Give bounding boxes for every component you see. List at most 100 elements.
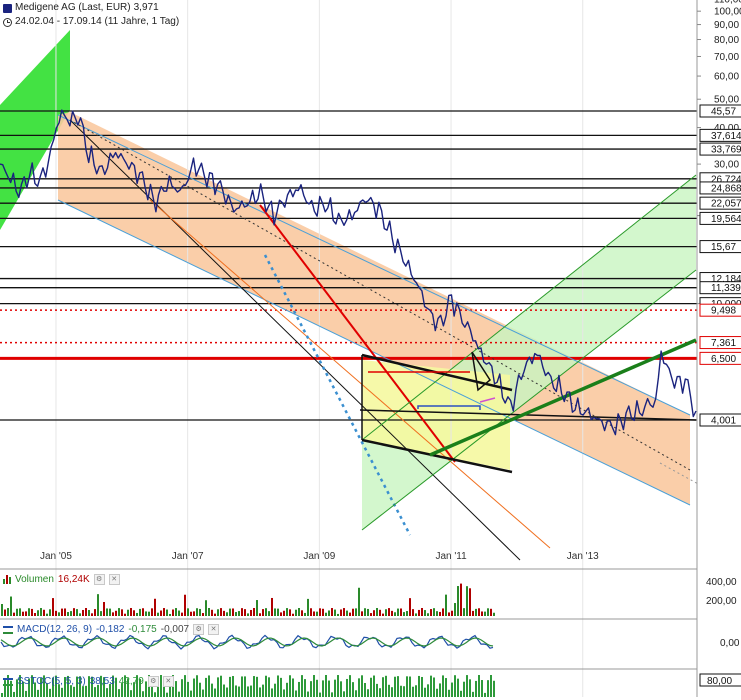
y-tick-label: 30,00 [714,160,739,171]
close-icon[interactable]: ✕ [162,676,174,687]
sstoc-bar [319,692,321,697]
volume-bar [466,586,468,616]
volume-bar [151,608,153,616]
volume-bar [433,608,435,616]
clock-icon [3,17,12,27]
price-level-label: 33,769 [711,145,741,156]
volume-bar [178,610,180,616]
sstoc-bar [130,690,132,697]
sstoc-bar [391,687,393,697]
volume-bar [301,610,303,616]
volume-bar [256,600,258,616]
volume-bar [136,612,138,616]
volume-bar [391,610,393,616]
volume-bar [4,609,6,616]
sstoc-bar [295,690,297,697]
settings-icon[interactable]: ⚙ [147,676,159,687]
volume-bar [118,608,120,616]
volume-bar [268,611,270,616]
x-tick-label: Jan '05 [40,551,72,562]
volume-bar [478,608,480,616]
volume-bar [187,608,189,616]
sstoc-bar [118,689,120,697]
volume-bar [400,608,402,616]
sstoc-bar [226,687,228,697]
volume-bar [277,608,279,616]
close-icon[interactable]: ✕ [208,624,220,635]
volume-bar [31,608,33,616]
volume-bar [79,613,81,616]
volume-bar [409,598,411,616]
sstoc-bar [403,686,405,697]
volume-bar [199,608,201,616]
volume-bar [139,608,141,616]
sstoc-bar [346,678,348,697]
price-level-label: 11,339 [711,283,741,294]
volume-bar [406,611,408,616]
sstoc-bar [154,692,156,697]
sstoc-bar [220,675,222,697]
sstoc-bar [448,689,450,697]
volume-bar [58,612,60,616]
sstoc-bar [178,691,180,697]
volume-bar [289,609,291,616]
price-level-label: 45,57 [711,107,736,118]
volume-bar [424,610,426,616]
volume-bar [76,609,78,616]
volume-bar [346,610,348,616]
sstoc-bar [385,675,387,697]
volume-bar [61,608,63,616]
sstoc-bar [199,682,201,697]
settings-icon[interactable]: ⚙ [193,624,205,635]
volume-bar [472,610,474,616]
volume-bar [292,613,294,616]
close-icon[interactable]: ✕ [108,574,120,585]
sstoc-bar [490,675,492,697]
y-tick-label: 80,00 [714,35,739,46]
volume-bar [115,610,117,616]
volume-bar [430,609,432,616]
chart-svg: 110,00100,0090,0080,0070,0060,0050,0040,… [0,0,741,697]
sstoc-value-2: 42,79 [118,676,144,687]
volume-bar [259,613,261,616]
settings-icon[interactable]: ⚙ [93,574,105,585]
y-tick-label: 60,00 [714,72,739,83]
volume-bar [100,611,102,616]
macd-icon [3,625,13,634]
price-level-label: 6,500 [711,354,736,365]
sstoc-bar [463,681,465,697]
sstoc-header: SSTOC(5, 5, 3) 38,53 42,79 ⚙ ✕ [3,676,174,687]
macd-value-2: -0,175 [128,624,157,635]
sstoc-bar [388,684,390,697]
volume-bar [193,611,195,616]
volume-bar [454,603,456,616]
volume-bar [265,608,267,616]
sstoc-bar [106,688,108,697]
sstoc-bar [193,678,195,697]
sstoc-bar [61,687,63,697]
y-tick-label: 90,00 [714,20,739,31]
volume-bar [67,612,69,616]
sstoc-bar [418,675,420,697]
volume-bar [145,611,147,616]
chart-header-row1: Medigene AG (Last, EUR) 3,971 [3,2,159,14]
volume-bar [226,612,228,616]
volume-bar [481,611,483,616]
sstoc-bar [247,686,249,697]
volume-bar [331,608,333,616]
x-tick-label: Jan '13 [567,551,599,562]
volume-bar [271,597,273,616]
volume-axis-label: 200,00 [706,596,737,607]
volume-bar [313,611,315,616]
volume-bar [352,608,354,616]
sstoc-bar [433,677,435,697]
volume-bar [166,609,168,616]
sstoc-bar [415,685,417,697]
last-value: 3,971 [133,2,159,13]
volume-bar [355,608,357,616]
volume-bar [16,608,18,616]
volume-bar [397,608,399,616]
volume-bar [382,613,384,616]
sstoc-icon [3,677,13,686]
sstoc-bar [322,680,324,697]
